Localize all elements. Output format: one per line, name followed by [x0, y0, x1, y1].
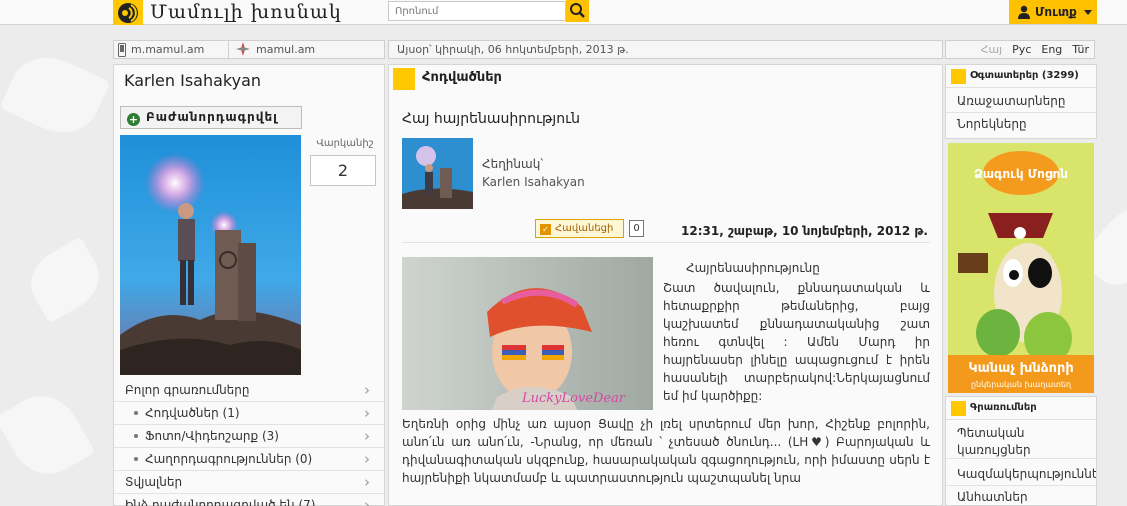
date-strip: Այսօր՝ կիրակի, 06 հոկտեմբերի, 2013 թ.: [388, 40, 943, 59]
chevron-right-icon: ›: [364, 381, 370, 399]
ad-sub: ընկերական խաղատեղ: [971, 380, 1072, 389]
site-links-strip: m.mamul.am mamul.am: [113, 40, 385, 59]
like-label: Հավանեցի: [555, 223, 614, 234]
today-date: Այսօր՝ կիրակի, 06 հոկտեմբերի, 2013 թ.: [397, 43, 629, 56]
menu-subscribers[interactable]: Ինձ բաժանորդագրված են (7) ›: [114, 494, 384, 506]
login-label: Մուտք: [1035, 5, 1077, 19]
mobile-icon: [118, 41, 126, 58]
article-image: LuckyLoveDear: [402, 257, 653, 410]
post-date: 12:31, շաբաթ, 10 նոյեմբերի, 2012 թ.: [681, 224, 928, 238]
ad-title: Ձագուկ Մոցոն: [974, 167, 1068, 181]
profile-name: Karlen Isahakyan: [124, 71, 262, 90]
chevron-right-icon: ›: [364, 473, 370, 491]
image-watermark: LuckyLoveDear: [521, 391, 626, 406]
menu-data[interactable]: Տվյալներ ›: [114, 471, 384, 494]
profile-panel: Karlen Isahakyan + Բաժանորդագրվել Վարկան…: [113, 64, 385, 506]
lang-ru[interactable]: Рус: [1007, 41, 1036, 58]
article-body: Եղեռնի օրից մինչ առ այսօր Ցավը չի լռել ս…: [402, 417, 930, 485]
background-leaf: [0, 44, 111, 146]
users-title: Օգտատերեր (3299): [970, 70, 1079, 81]
ad-banner[interactable]: Ձագուկ Մոցոն Կանաչ խնձորի ընկերական խաղա…: [948, 143, 1094, 393]
chevron-right-icon: ›: [364, 404, 370, 422]
site-logo-text[interactable]: Մամուլի խոսնակ: [150, 0, 342, 25]
chevron-down-icon: [1084, 10, 1092, 15]
users-newcomers-link[interactable]: Նորեկները: [946, 113, 1096, 136]
article-body-heading: Հայրենասիրությունը: [686, 261, 820, 275]
author-name[interactable]: Karlen Isahakyan: [482, 175, 585, 189]
rating-label: Վարկանիշ: [316, 138, 374, 149]
divider: [402, 242, 930, 243]
language-switcher: Հայ Рус Eng Tür: [945, 40, 1095, 59]
top-bar: Մամուլի խոսնակ Մուտք: [0, 0, 1127, 25]
posts-organizations-link[interactable]: Կազմակերպություններ: [946, 463, 1096, 486]
lang-en[interactable]: Eng: [1036, 41, 1067, 58]
menu-messages[interactable]: Հաղորդագրություններ (0) ›: [114, 448, 384, 471]
users-header: Օգտատերեր (3299): [946, 65, 1096, 88]
background-leaf: [0, 382, 96, 488]
like-icon: ✓: [540, 224, 551, 235]
search-input[interactable]: [388, 1, 566, 21]
subscribe-label: Բաժանորդագրվել: [146, 110, 278, 124]
bullet-icon: [134, 434, 138, 438]
author-label: Հեղինակ՝: [482, 157, 544, 171]
logo-icon[interactable]: [113, 0, 143, 25]
search-icon: [570, 3, 585, 18]
section-title: Հոդվածներ: [422, 70, 502, 85]
author-avatar[interactable]: [402, 138, 473, 209]
plus-icon: +: [127, 113, 140, 126]
menu-all-posts[interactable]: Բոլոր գրառումները ›: [114, 379, 384, 402]
menu-photo-video[interactable]: Ֆոտո/Վիդեոշարք (3) ›: [114, 425, 384, 448]
posts-individuals-link[interactable]: Անհատներ: [946, 486, 1096, 506]
background-leaf: [19, 236, 111, 324]
lang-hy[interactable]: Հայ: [976, 41, 1008, 58]
posts-panel: Գրառումներ Պետական կառույցներ Կազմակերպո…: [945, 396, 1097, 506]
users-leaders-link[interactable]: Առաջատարները: [946, 90, 1096, 113]
like-count: 0: [629, 220, 644, 237]
user-icon: [1017, 3, 1031, 27]
chevron-right-icon: ›: [364, 450, 370, 468]
bullet-icon: [134, 411, 138, 415]
article-title: Հայ հայրենասիրություն: [402, 111, 581, 127]
main-site-link[interactable]: mamul.am: [256, 41, 315, 58]
section-header: Հոդվածներ: [389, 65, 942, 92]
menu-articles[interactable]: Հոդվածներ (1) ›: [114, 402, 384, 425]
profile-menu: Բոլոր գրառումները › Հոդվածներ (1) › Ֆոտո/Վ…: [114, 379, 384, 506]
posts-header: Գրառումներ: [946, 397, 1096, 420]
article-body-wrap: Շատ ծավալուն, քննադատական և հետաքրքիր թե…: [663, 281, 930, 403]
rating-value: 2: [310, 155, 376, 186]
section-square-icon: [393, 68, 415, 90]
profile-photo: [120, 135, 301, 375]
chevron-right-icon: ›: [364, 496, 370, 506]
mobile-site-link[interactable]: m.mamul.am: [131, 41, 204, 58]
login-button[interactable]: Մուտք: [1009, 0, 1097, 24]
section-square-icon: [951, 69, 966, 84]
section-square-icon: [951, 401, 966, 416]
bullet-icon: [134, 457, 138, 461]
subscribe-button[interactable]: + Բաժանորդագրվել: [120, 106, 302, 129]
posts-title: Գրառումներ: [970, 402, 1037, 413]
article-panel: Հոդվածներ Հայ հայրենասիրություն Հեղինակ՝…: [388, 64, 943, 506]
compass-icon: [236, 41, 250, 58]
lang-tr[interactable]: Tür: [1067, 41, 1094, 58]
like-button[interactable]: ✓ Հավանեցի: [535, 219, 624, 238]
posts-state-link[interactable]: Պետական կառույցներ: [946, 423, 1096, 459]
search-button[interactable]: [566, 0, 589, 22]
chevron-right-icon: ›: [364, 427, 370, 445]
ad-caption: Կանաչ խնձորի: [968, 361, 1073, 376]
users-panel: Օգտատերեր (3299) Առաջատարները Նորեկները: [945, 64, 1097, 139]
